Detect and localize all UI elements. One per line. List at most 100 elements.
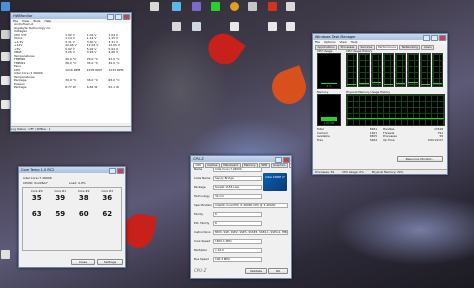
sensor-max: 52.1 W (108, 86, 119, 89)
tab-about[interactable]: About (288, 163, 291, 169)
desktop-app-icon[interactable] (286, 22, 295, 31)
maximize-button[interactable] (431, 35, 438, 41)
close-button[interactable] (123, 14, 130, 20)
field-value: Intel Core i7 2600K (213, 167, 262, 173)
logo-text: intel CORE i7 (265, 175, 285, 179)
core-header: Core #3 (101, 189, 114, 193)
desktop-app-icon[interactable] (211, 2, 220, 11)
cpu-history-line (383, 84, 393, 85)
menu-file[interactable]: File (315, 40, 320, 44)
cpu-core-history-graph (407, 53, 419, 87)
cpu-usage-value: 0 % (326, 84, 332, 88)
desktop-app-icon[interactable] (1, 250, 10, 259)
cpu-history-line (359, 83, 369, 84)
close-button[interactable] (283, 157, 290, 163)
minimize-button[interactable] (275, 157, 282, 163)
close-button[interactable] (117, 168, 124, 174)
stat-key: Free (317, 137, 323, 142)
desktop-app-icon[interactable] (1, 100, 10, 109)
minimize-button[interactable] (107, 14, 114, 20)
hwmonitor-titlebar[interactable]: HWMonitor (11, 13, 131, 20)
menu-options[interactable]: Options (324, 40, 336, 44)
core-temp-max: 63 (31, 210, 42, 218)
desktop-app-icon[interactable] (150, 2, 159, 11)
core-headers: Core #0 Core #1 Core #2 Core #3 (25, 189, 119, 193)
core-temp-max: 62 (102, 210, 113, 218)
status-cpu: CPU Usage: 0% (342, 170, 364, 174)
memory-fill (321, 116, 337, 121)
core-temp-max: 59 (55, 210, 66, 218)
desktop-app-icon[interactable] (268, 2, 277, 11)
desktop-app-icon[interactable] (1, 52, 10, 61)
stat-key: Up Time (383, 137, 395, 142)
coretemp-window: Core Temp 1.0 RC2 Intel Core i7 2600K CP… (18, 166, 126, 268)
hwmonitor-statusbar: Log Status : OFF | SMBus : 1 (11, 126, 131, 131)
field-label: Family (194, 212, 203, 216)
desktop-app-icon[interactable] (192, 2, 201, 11)
field-value: 6 (213, 212, 262, 218)
field-label: Specification (194, 203, 212, 207)
core-temp-current: 39 (55, 194, 66, 202)
cpu-history-line (432, 83, 442, 84)
cpu-core-history-graph (346, 53, 358, 87)
coretemp-titlebar[interactable]: Core Temp 1.0 RC2 (19, 167, 125, 174)
desktop-app-icon[interactable] (1, 2, 10, 11)
cpuz-version: CPU-Z (194, 268, 207, 273)
field-label: Technology (194, 194, 210, 198)
field-label: Instructions (194, 230, 211, 234)
core-header: Core #0 (31, 189, 43, 193)
ok-button[interactable]: OK (268, 268, 288, 274)
minimize-button[interactable] (423, 35, 430, 41)
cpu-history-line (371, 82, 381, 83)
status-text: Log Status : OFF | SMBus : 1 (11, 127, 51, 131)
validate-button[interactable]: Validate (245, 268, 267, 274)
sensor-row[interactable]: Package 8.77 W 6.82 W 52.1 W (12, 86, 130, 90)
menu-help[interactable]: Help (351, 40, 358, 44)
hwmonitor-window: HWMonitor File View Tools Help AndroTown… (10, 12, 132, 132)
menu-view[interactable]: View (340, 40, 347, 44)
field-value: 1605.1 MHz (213, 239, 262, 245)
minimize-button[interactable] (109, 168, 116, 174)
desktop-app-icon[interactable] (248, 2, 257, 11)
field-label: Code Name (194, 176, 211, 180)
desktop-app-icon[interactable] (286, 2, 295, 11)
taskmgr-titlebar[interactable]: Windows Task Manager (313, 34, 447, 41)
tab-performance[interactable]: Performance (375, 45, 399, 51)
field-label: Multiplier (194, 248, 208, 252)
cpu-core-history-graph (419, 53, 431, 87)
cpuz-title: CPU-Z (193, 157, 204, 161)
cpuz-window: CPU-Z CPU Caches Mainboard Memory SPD Graphic… (190, 155, 292, 279)
field-value: 100.3 MHz (213, 257, 262, 263)
resource-monitor-button[interactable]: Resource Monitor... (397, 156, 443, 162)
cpuz-titlebar[interactable]: CPU-Z (191, 156, 291, 163)
tab-users[interactable]: Users (421, 45, 435, 51)
tab-graphics[interactable]: Graphics (270, 163, 288, 169)
stat-value: 5264 (369, 137, 377, 142)
field-label: Package (194, 185, 206, 189)
stat-row: Up Time 0:00:22:07 (383, 137, 443, 143)
cpu-history-line (396, 83, 406, 84)
cpu-core-history-graph (431, 53, 443, 87)
stat-value: 0:00:22:07 (427, 137, 443, 142)
core-header: Core #2 (78, 189, 90, 193)
desktop-app-icon[interactable] (1, 30, 10, 39)
settings-button[interactable]: Settings (97, 259, 123, 265)
desktop-app-icon[interactable] (268, 22, 277, 31)
maximize-button[interactable] (115, 14, 122, 20)
field-value: MMX, SSE, SSE2, SSE3, SSSE3, SSE4.1, SSE… (213, 230, 288, 236)
desktop-app-icon[interactable] (172, 22, 181, 31)
field-value: Sandy Bridge (213, 176, 262, 182)
desktop-app-icon[interactable] (192, 22, 201, 31)
desktop-app-icon[interactable] (1, 76, 10, 85)
desktop-app-icon[interactable] (230, 22, 239, 31)
task-manager-window: Windows Task Manager File Options View H… (312, 33, 448, 175)
tab-networking[interactable]: Networking (399, 45, 421, 51)
max-temps: 63 59 60 62 (25, 210, 119, 218)
core-header: Core #1 (54, 189, 67, 193)
stat-row: Free 5264 (317, 137, 377, 143)
desktop-app-icon[interactable] (172, 2, 181, 11)
close-button[interactable]: Close (71, 259, 95, 265)
close-button[interactable] (439, 35, 446, 41)
desktop-app-icon[interactable] (230, 2, 239, 11)
field-label: Name (194, 167, 203, 171)
